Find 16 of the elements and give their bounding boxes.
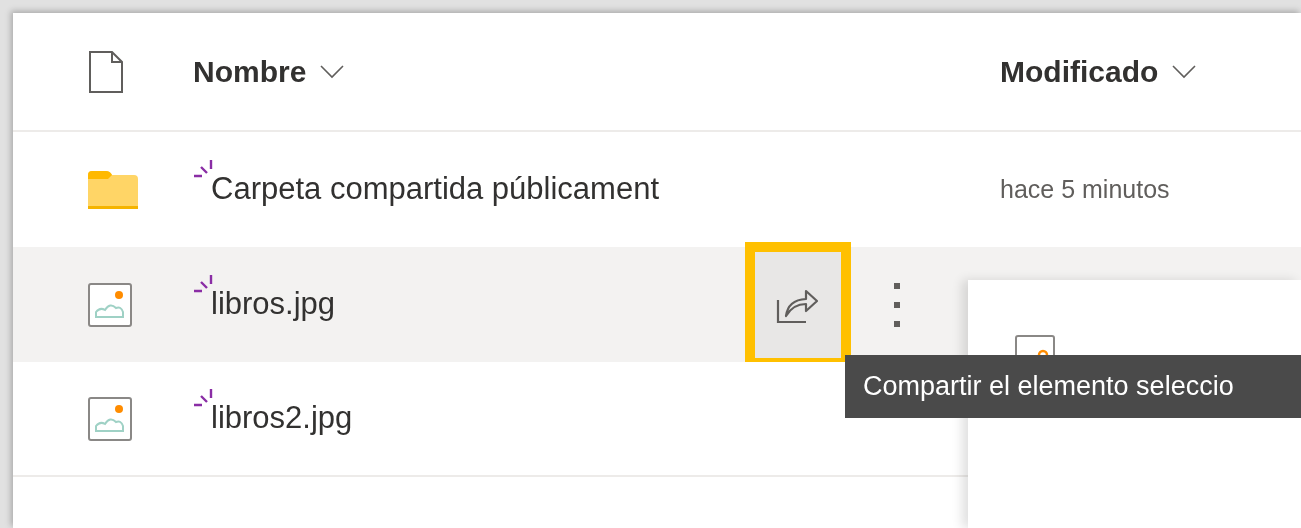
file-type-icon: [88, 50, 124, 93]
modified-date: hace 5 minutos: [1000, 173, 1170, 205]
image-file-icon: [1015, 335, 1055, 355]
more-options-icon[interactable]: [891, 282, 903, 327]
column-header[interactable]: Modificado: [1000, 49, 1197, 94]
file-name[interactable]: libros2.jpg: [211, 395, 353, 442]
file-row[interactable]: Carpeta compartida públicament hace 5 minutos: [13, 132, 1301, 247]
image-file-icon: [88, 396, 132, 441]
folder-icon: [88, 170, 138, 209]
file-name[interactable]: libros.jpg: [211, 281, 336, 328]
tooltip: Compartir el elemento seleccio: [845, 355, 1301, 418]
chevron-down-icon: [1172, 64, 1197, 79]
file-name[interactable]: Carpeta compartida públicament: [211, 166, 660, 213]
column-header[interactable]: Nombre: [193, 49, 1000, 94]
image-file-icon: [88, 282, 132, 327]
chevron-down-icon: [320, 64, 345, 79]
